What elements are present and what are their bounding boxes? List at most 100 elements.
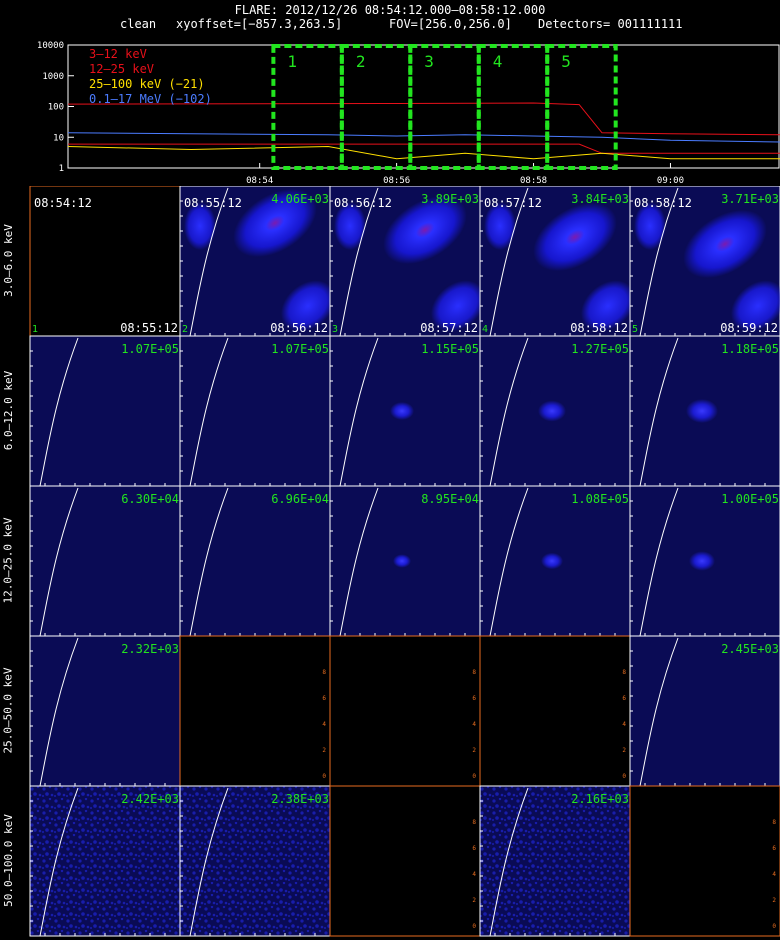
empty-axis-tick: 0: [472, 773, 476, 780]
peak-value: 1.18E+05: [721, 342, 779, 356]
interval-label: 3: [424, 52, 434, 71]
legend-entry: 0.1—17 MeV (−102): [89, 92, 212, 106]
energy-band-label: 12.0—25.0 keV: [1, 517, 15, 604]
source-blob: [686, 399, 718, 423]
source-blob: [393, 554, 411, 568]
interval-start-time: 08:57:12: [484, 196, 542, 210]
empty-axis-tick: 8: [472, 819, 476, 826]
interval-number: 4: [482, 324, 488, 335]
peak-value: 2.42E+03: [121, 792, 179, 806]
peak-value: 1.15E+05: [421, 342, 479, 356]
interval-number: 2: [182, 324, 188, 335]
empty-axis-tick: 4: [772, 871, 776, 878]
image-cell: 2.16E+03: [479, 785, 631, 937]
image-cell: 0 2 4 6 8: [179, 635, 331, 787]
peak-value: 1.07E+05: [271, 342, 329, 356]
image-frame: [29, 485, 181, 637]
peak-value: 8.95E+04: [421, 492, 479, 506]
y-tick-label: 10000: [37, 41, 64, 51]
image-cell: 1.27E+05: [479, 335, 631, 487]
interval-start-time: 08:54:12: [34, 196, 92, 210]
peak-value: 6.30E+04: [121, 492, 179, 506]
peak-value: 1.27E+05: [571, 342, 629, 356]
image-cell: 0 2 4 6 8: [479, 635, 631, 787]
source-blob: [689, 551, 715, 571]
peak-value: 2.32E+03: [121, 642, 179, 656]
image-cell: 1.07E+05: [29, 335, 181, 487]
empty-axis-tick: 2: [472, 897, 476, 904]
empty-axis-tick: 6: [772, 845, 776, 852]
image-cell: 3.89E+03 08:56:12 08:57:12 3: [329, 186, 485, 337]
image-cell: 08:54:12 08:55:12 1: [29, 186, 181, 337]
image-cell: 3.84E+03 08:57:12 08:58:12 4: [479, 186, 635, 337]
image-cell: 1.08E+05: [479, 485, 631, 637]
empty-axis-tick: 4: [472, 721, 476, 728]
x-tick-label: 08:54: [246, 176, 273, 186]
interval-label: 4: [493, 52, 503, 71]
empty-axis-tick: 8: [322, 669, 326, 676]
source-blob: [538, 400, 566, 422]
interval-end-time: 08:56:12: [270, 321, 328, 335]
image-cell: 1.00E+05: [629, 485, 780, 637]
image-cell: 2.38E+03: [179, 785, 331, 937]
interval-end-time: 08:59:12: [720, 321, 778, 335]
empty-axis-tick: 4: [622, 721, 626, 728]
energy-band-label: 3.0—6.0 keV: [1, 224, 15, 297]
image-frame: [29, 785, 181, 937]
empty-axis-tick: 2: [772, 897, 776, 904]
empty-axis-tick: 6: [472, 845, 476, 852]
empty-axis-tick: 2: [322, 747, 326, 754]
image-frame: [29, 335, 181, 487]
empty-cell-frame: [179, 635, 331, 787]
peak-value: 6.96E+04: [271, 492, 329, 506]
interval-number: 5: [632, 324, 638, 335]
interval-box: [339, 44, 413, 170]
empty-axis-tick: 8: [622, 669, 626, 676]
image-cell: 4.06E+03 08:55:12 08:56:12 2: [179, 186, 335, 337]
image-frame: [179, 335, 331, 487]
peak-value: 1.07E+05: [121, 342, 179, 356]
interval-start-time: 08:58:12: [634, 196, 692, 210]
image-cell: 0 2 4 6 8: [329, 785, 481, 937]
image-cell: 1.18E+05: [629, 335, 780, 487]
energy-band-label: 6.0—12.0 keV: [1, 370, 15, 451]
lightcurve-plot: 1 10 100 1000 10000 08:54 08:56 08:58 09:00 3—12 …: [37, 41, 780, 186]
x-tick-label: 08:56: [383, 176, 410, 186]
peak-value: 1.08E+05: [571, 492, 629, 506]
interval-end-time: 08:58:12: [570, 321, 628, 335]
empty-axis-tick: 6: [322, 695, 326, 702]
xyoffset-label: xyoffset=[−857.3,263.5]: [176, 17, 343, 31]
image-cell: 2.45E+03: [629, 635, 780, 787]
empty-axis-tick: 6: [472, 695, 476, 702]
image-cell: 2.42E+03: [29, 785, 181, 937]
source-blob: [541, 552, 563, 570]
empty-axis-tick: 0: [322, 773, 326, 780]
empty-axis-tick: 0: [472, 923, 476, 930]
image-frame: [179, 485, 331, 637]
image-cell: 6.30E+04: [29, 485, 181, 637]
flare-title: FLARE: 2012/12/26 08:54:12.000—08:58:12.…: [234, 3, 546, 17]
image-cell: 1.07E+05: [179, 335, 331, 487]
empty-cell-frame: [329, 785, 481, 937]
interval-label: 5: [561, 52, 571, 71]
legend-entry: 12—25 keV: [89, 62, 154, 76]
empty-axis-tick: 2: [622, 747, 626, 754]
image-frame: [179, 785, 331, 937]
image-cell: 8.95E+04: [329, 485, 481, 637]
y-tick-label: 1000: [42, 72, 64, 82]
image-cell: 1.15E+05: [329, 335, 481, 487]
y-tick-label: 10: [53, 133, 64, 143]
detectors-label: Detectors= 001111111: [538, 17, 683, 31]
mode-label: clean: [120, 17, 157, 31]
y-tick-label: 100: [48, 103, 64, 113]
series-line: [67, 102, 780, 136]
empty-cell-frame: [629, 785, 780, 937]
peak-value: 2.16E+03: [571, 792, 629, 806]
image-cell: 3.71E+03 08:58:12 08:59:12 5: [629, 186, 780, 337]
image-cell: 0 2 4 6 8: [329, 635, 481, 787]
energy-band-label: 25.0—50.0 keV: [1, 667, 15, 754]
y-tick-label: 1: [59, 164, 64, 174]
empty-axis-tick: 4: [322, 721, 326, 728]
interval-box: [271, 44, 344, 170]
peak-value: 2.38E+03: [271, 792, 329, 806]
